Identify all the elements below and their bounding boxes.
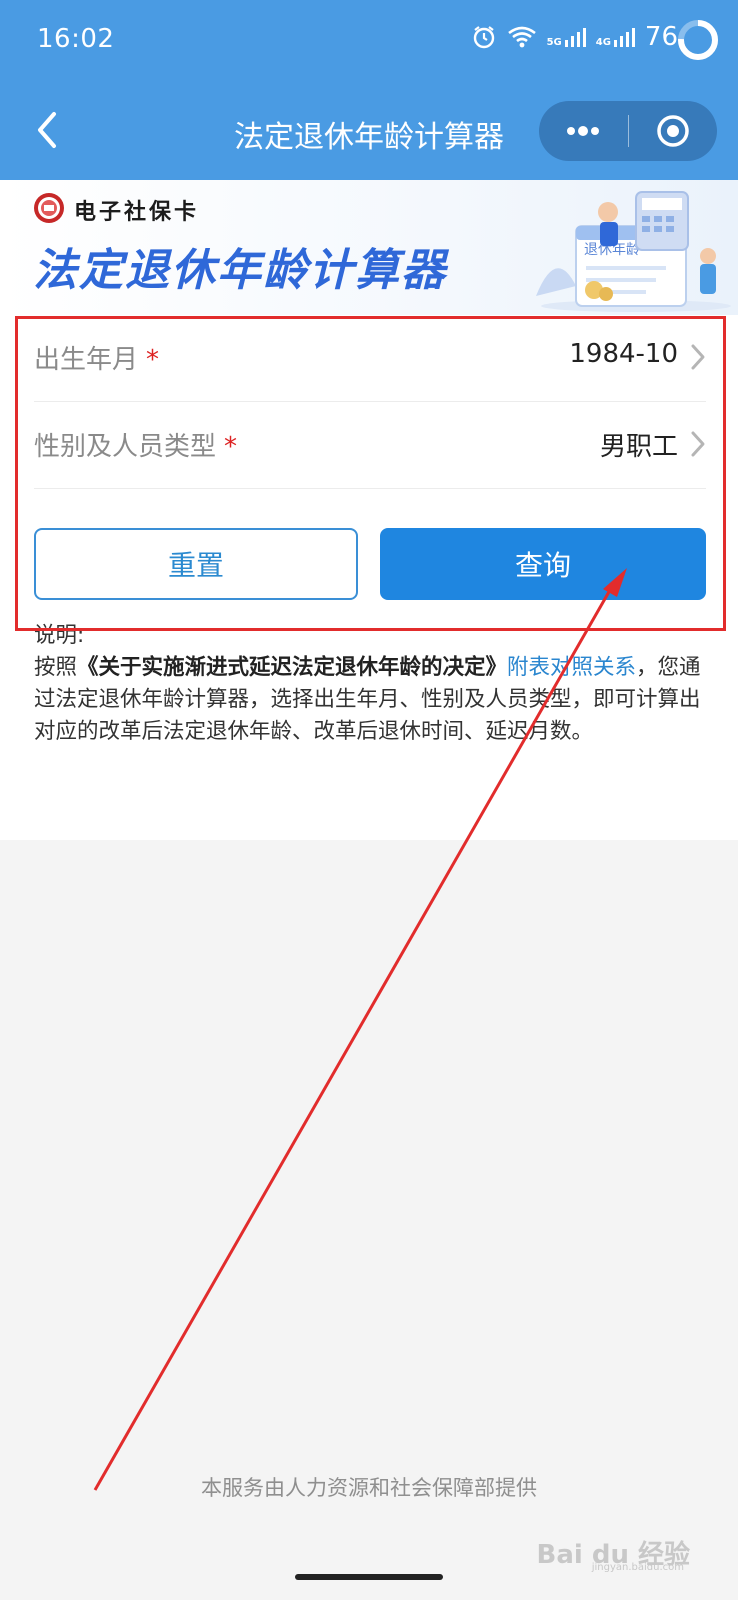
wifi-icon [507, 26, 536, 48]
banner: 电子社保卡 法定退休年龄计算器 退休年龄 [0, 180, 738, 315]
annotation-highlight-box [15, 316, 726, 631]
brand-name: 电子社保卡 [74, 200, 200, 225]
status-icons: 5G 4G 76 [471, 22, 678, 52]
home-indicator[interactable] [295, 1574, 443, 1580]
capsule-divider [628, 115, 629, 147]
battery-level: 76 [644, 22, 678, 52]
signal-5g-icon: 5G [547, 26, 586, 48]
social-security-logo-icon [34, 193, 64, 223]
mini-program-capsule [539, 101, 717, 161]
appendix-link[interactable]: 附表对照关系 [507, 655, 636, 680]
notes: 说明: 按照《关于实施渐进式延迟法定退休年龄的决定》附表对照关系，您通过法定退休… [34, 620, 714, 748]
decision-title: 《关于实施渐进式延迟法定退休年龄的决定》 [77, 655, 508, 680]
retirement-illustration: 退休年龄 [536, 191, 731, 312]
alarm-icon [473, 26, 494, 49]
notes-body: 按照《关于实施渐进式延迟法定退休年龄的决定》附表对照关系，您通过法定退休年龄计算… [34, 655, 701, 744]
battery-ring-icon [678, 20, 718, 60]
status-time: 16:02 [37, 24, 115, 54]
close-target-icon[interactable] [655, 113, 691, 149]
more-icon[interactable] [563, 115, 603, 147]
header-bar: 16:02 5G 4G 76 法定退休年龄计算器 [0, 0, 738, 180]
banner-title: 法定退休年龄计算器 [33, 245, 447, 296]
signal-4g-icon: 4G [596, 26, 635, 48]
footer-provider: 本服务由人力资源和社会保障部提供 [201, 1476, 537, 1500]
watermark-url: jingyan.baidu.com [591, 1562, 684, 1573]
